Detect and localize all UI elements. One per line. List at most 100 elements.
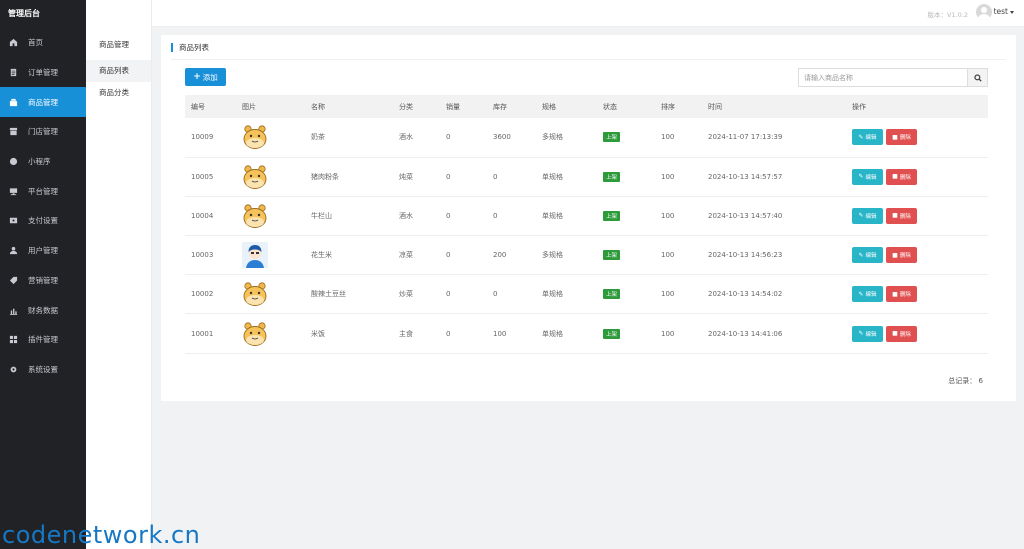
column-header: 名称 — [311, 95, 399, 118]
cell-stock: 0 — [493, 274, 542, 315]
user-menu[interactable]: test — [994, 7, 1014, 16]
username: test — [993, 7, 1008, 16]
cell-category: 主食 — [399, 313, 446, 354]
table-row: 10004 牛栏山 酒水 0 0 单规格 上架 100 2024-10-13 14:57:40 ✎… — [185, 196, 988, 237]
cell-name: 米饭 — [311, 313, 399, 354]
app-title: 管理后台 — [8, 9, 40, 18]
edit-label: 编辑 — [865, 253, 877, 260]
sidebar-item-8[interactable]: 营销管理 — [0, 266, 86, 296]
sidebar-item-5[interactable]: 平台管理 — [0, 176, 86, 206]
status-badge: 上架 — [603, 328, 621, 339]
search-button[interactable] — [967, 69, 987, 86]
table-header-row: 编号 图片 名称 分类 销量 库存 规格 状态 排序 时间 操作 — [185, 95, 988, 118]
sidebar-item-1[interactable]: 订单管理 — [0, 58, 86, 88]
edit-button[interactable]: ✎ 编辑 — [852, 129, 883, 146]
cell-image — [242, 118, 311, 158]
sidebar-item-2[interactable]: 商品管理 — [0, 87, 86, 118]
delete-button[interactable]: ■ 删除 — [886, 247, 917, 264]
cell-spec: 多规格 — [542, 118, 603, 158]
goods-panel: 商品列表 + 添加 编号图片名称分类销量库存规格状态排序时间操作 10009 奶茶… — [161, 35, 1016, 401]
sidebar-item-9[interactable]: 财务数据 — [0, 295, 86, 325]
sidebar-item-3[interactable]: 门店管理 — [0, 117, 86, 147]
add-button[interactable]: + 添加 — [185, 68, 226, 86]
goods-icon — [9, 98, 18, 107]
search-input[interactable] — [799, 69, 967, 86]
sidebar-item-0[interactable]: 首页 — [0, 28, 86, 58]
sidebar-item-10[interactable]: 插件管理 — [0, 325, 86, 355]
cell-spec: 单规格 — [542, 157, 603, 197]
edit-button[interactable]: ✎ 编辑 — [852, 286, 883, 303]
version-label: 版本：V1.0.2 — [927, 11, 969, 19]
delete-label: 删除 — [899, 174, 911, 181]
edit-button[interactable]: ✎ 编辑 — [852, 325, 883, 342]
cell-category: 凉菜 — [399, 235, 446, 276]
cell-category: 炖菜 — [399, 157, 446, 197]
cell-stock: 3600 — [493, 118, 542, 158]
edit-button[interactable]: ✎ 编辑 — [852, 247, 883, 264]
sidebar-item-label: 首页 — [28, 38, 43, 48]
cell-time: 2024-10-13 14:57:40 — [708, 196, 852, 237]
delete-button[interactable]: ■ 删除 — [886, 129, 917, 146]
cell-sales: 0 — [446, 274, 493, 315]
status-badge: 上架 — [603, 210, 621, 221]
product-image — [243, 204, 267, 228]
user-icon — [9, 246, 18, 255]
cell-sales: 0 — [446, 235, 493, 276]
subnav-menu: 商品列表 商品分类 — [86, 60, 151, 104]
cell-name: 花生米 — [311, 235, 399, 276]
cell-status: 上架 — [603, 274, 661, 315]
cell-status: 上架 — [603, 235, 661, 276]
pencil-icon: ✎ — [858, 251, 864, 259]
sidebar-item-4[interactable]: 小程序 — [0, 147, 86, 177]
avatar[interactable] — [976, 4, 992, 20]
delete-button[interactable]: ■ 删除 — [886, 325, 917, 342]
pencil-icon: ✎ — [858, 133, 864, 141]
cell-name: 猪肉粉条 — [311, 157, 399, 197]
product-image — [243, 165, 267, 189]
cell-image — [242, 235, 311, 276]
delete-label: 删除 — [899, 292, 911, 299]
cell-stock: 100 — [493, 313, 542, 354]
subnav-item-1[interactable]: 商品分类 — [86, 82, 151, 104]
cell-name: 奶茶 — [311, 118, 399, 158]
cell-sort: 100 — [661, 157, 708, 197]
sidebar-item-7[interactable]: 用户管理 — [0, 236, 86, 266]
edit-label: 编辑 — [865, 174, 877, 181]
cell-time: 2024-10-13 14:54:02 — [708, 274, 852, 315]
edit-button[interactable]: ✎ 编辑 — [852, 168, 883, 185]
delete-button[interactable]: ■ 删除 — [886, 207, 917, 224]
edit-label: 编辑 — [865, 135, 877, 142]
delete-button[interactable]: ■ 删除 — [886, 286, 917, 303]
sidebar-item-label: 系统设置 — [28, 364, 58, 374]
trash-icon: ■ — [892, 212, 898, 220]
sidebar-item-label: 平台管理 — [28, 186, 58, 196]
edit-button[interactable]: ✎ 编辑 — [852, 207, 883, 224]
table-row: 10002 酸辣土豆丝 炒菜 0 0 单规格 上架 100 2024-10-13 14:54:0… — [185, 274, 988, 315]
cell-spec: 单规格 — [542, 196, 603, 237]
sidebar-item-11[interactable]: 系统设置 — [0, 355, 86, 385]
cell-spec: 单规格 — [542, 313, 603, 354]
search-box — [798, 68, 988, 87]
cell-sales: 0 — [446, 313, 493, 354]
cell-sort: 100 — [661, 235, 708, 276]
gear-icon — [9, 365, 18, 374]
cell-id: 10001 — [185, 313, 242, 354]
add-button-label: 添加 — [202, 72, 218, 82]
sidebar-item-label: 用户管理 — [28, 246, 58, 256]
column-header: 分类 — [399, 95, 446, 118]
cell-id: 10009 — [185, 118, 242, 158]
delete-button[interactable]: ■ 删除 — [886, 168, 917, 185]
sidebar-item-6[interactable]: 支付设置 — [0, 206, 86, 236]
sidebar-item-label: 营销管理 — [28, 275, 58, 285]
column-header: 编号 — [185, 95, 242, 118]
cell-id: 10004 — [185, 196, 242, 237]
sidebar-item-label: 订单管理 — [28, 68, 58, 78]
table-body: 10009 奶茶 酒水 0 3600 多规格 上架 100 2024-11-07 17:13:3… — [185, 118, 988, 354]
subnav-item-0[interactable]: 商品列表 — [86, 60, 151, 82]
cell-name: 牛栏山 — [311, 196, 399, 237]
cell-id: 10003 — [185, 235, 242, 276]
cell-time: 2024-10-13 14:56:23 — [708, 235, 852, 276]
product-image — [243, 282, 267, 307]
cell-actions: ✎ 编辑 ■ 删除 — [852, 235, 988, 276]
pencil-icon: ✎ — [858, 212, 864, 220]
